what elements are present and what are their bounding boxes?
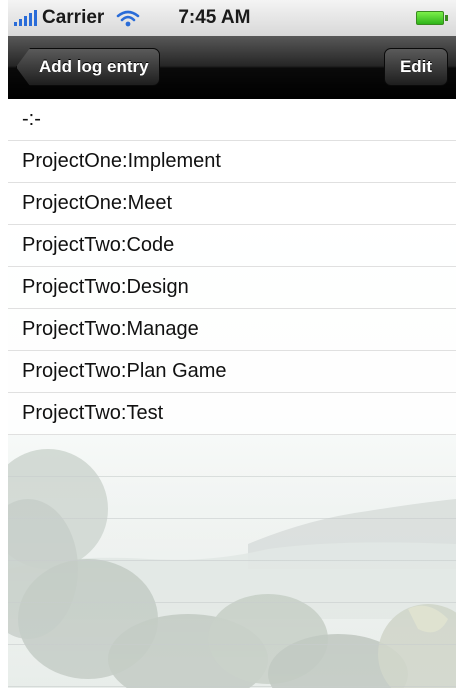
list-item-label: ProjectTwo:Manage xyxy=(22,318,199,340)
list-item-label: ProjectTwo:Plan Game xyxy=(22,360,227,382)
wifi-icon xyxy=(117,10,140,27)
carrier-label: Carrier xyxy=(42,7,105,28)
log-table[interactable]: -:- ProjectOne:Implement ProjectOne:Meet… xyxy=(8,99,456,688)
app-screen: Carrier 7:45 AM Add log entry Edit -:- P… xyxy=(0,0,456,688)
list-item[interactable]: ProjectOne:Meet xyxy=(8,183,456,225)
battery-icon xyxy=(416,11,448,25)
navigation-bar: Add log entry Edit xyxy=(8,36,456,99)
list-item-label: ProjectTwo:Code xyxy=(22,234,175,256)
back-button-label: Add log entry xyxy=(39,57,149,76)
list-item[interactable]: ProjectTwo:Plan Game xyxy=(8,351,456,393)
edit-button-label: Edit xyxy=(399,57,433,76)
list-item-label: -:- xyxy=(22,108,41,130)
edit-button[interactable]: Edit xyxy=(384,48,448,86)
list-item[interactable]: ProjectTwo:Test xyxy=(8,393,456,435)
list-item-label: ProjectOne:Meet xyxy=(22,192,173,214)
list-item[interactable]: ProjectOne:Implement xyxy=(8,141,456,183)
list-item[interactable]: -:- xyxy=(8,99,456,141)
clock: 7:45 AM xyxy=(178,7,251,28)
list-item-label: ProjectTwo:Test xyxy=(22,402,164,424)
signal-bars-icon xyxy=(14,10,37,26)
list-item[interactable]: ProjectTwo:Design xyxy=(8,267,456,309)
list-item[interactable]: ProjectTwo:Code xyxy=(8,225,456,267)
list-item-label: ProjectTwo:Design xyxy=(22,276,189,298)
log-entry-list: -:- ProjectOne:Implement ProjectOne:Meet… xyxy=(8,99,456,435)
list-item-label: ProjectOne:Implement xyxy=(22,150,221,172)
add-log-entry-button[interactable]: Add log entry xyxy=(16,48,160,86)
list-item[interactable]: ProjectTwo:Manage xyxy=(8,309,456,351)
status-bar: Carrier 7:45 AM xyxy=(8,0,456,36)
